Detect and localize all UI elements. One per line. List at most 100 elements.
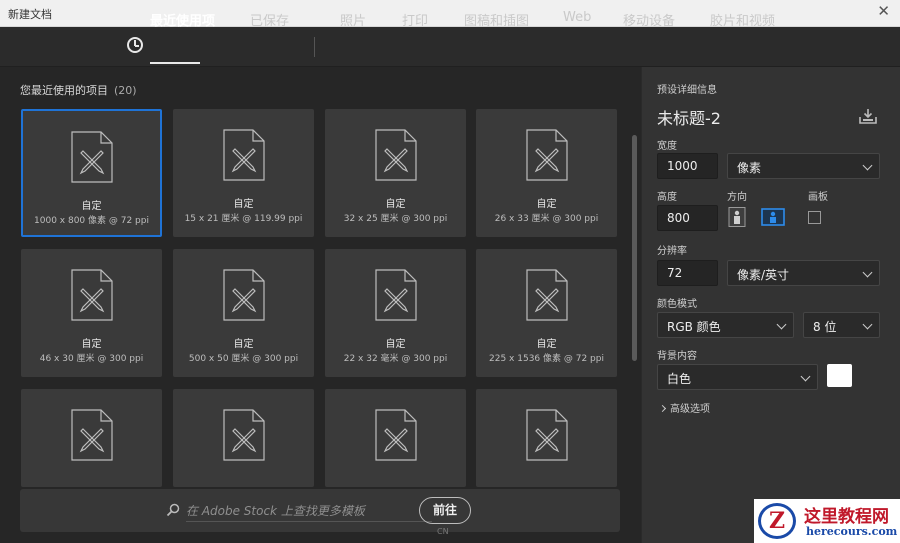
document-icon xyxy=(70,269,113,321)
preset-details-panel: 预设详细信息 未标题-2 宽度 1000 像素 高度 方向 画板 800 分辨率… xyxy=(642,67,900,543)
resolution-input[interactable]: 72 xyxy=(657,260,718,286)
recent-item-name: 自定 xyxy=(81,339,102,350)
landscape-orientation-icon[interactable] xyxy=(761,207,785,227)
width-input[interactable]: 1000 xyxy=(657,153,718,179)
logo-text-cn: 这里教程网 xyxy=(804,507,889,527)
tab-divider xyxy=(314,37,315,57)
background-value: 白色 xyxy=(667,372,692,386)
document-icon xyxy=(525,269,568,321)
recent-title-text: 您最近使用的项目 xyxy=(20,84,108,97)
portrait-orientation-icon[interactable] xyxy=(727,207,747,227)
site-watermark-logo: Z 这里教程网 herecours.com xyxy=(754,499,900,543)
recent-item-size: 46 x 30 厘米 @ 300 ppi xyxy=(39,354,144,364)
color-mode-value: RGB 颜色 xyxy=(667,320,721,334)
scrollbar[interactable] xyxy=(632,135,637,361)
bit-depth-select[interactable]: 8 位 xyxy=(803,312,880,338)
recent-item-name: 自定 xyxy=(233,339,254,350)
recent-item-card[interactable] xyxy=(476,389,617,487)
recent-item-size: 225 x 1536 像素 @ 72 ppi xyxy=(489,354,604,364)
recent-item-card[interactable]: 自定 26 x 33 厘米 @ 300 ppi xyxy=(476,109,617,237)
advanced-options-toggle[interactable]: 高级选项 xyxy=(658,400,710,415)
recent-item-size: 22 x 32 毫米 @ 300 ppi xyxy=(343,354,448,364)
recent-item-size: 32 x 25 厘米 @ 300 ppi xyxy=(343,214,448,224)
tab-photo[interactable]: 照片 xyxy=(340,10,366,29)
recent-item-name: 自定 xyxy=(536,199,557,210)
background-label: 背景内容 xyxy=(657,351,697,362)
resolution-label: 分辨率 xyxy=(657,246,687,257)
width-unit-value: 像素 xyxy=(737,161,762,175)
recent-item-size: 1000 x 800 像素 @ 72 ppi xyxy=(34,216,149,226)
recent-item-card[interactable]: 自定 225 x 1536 像素 @ 72 ppi xyxy=(476,249,617,377)
clock-icon xyxy=(127,37,143,53)
chevron-down-icon xyxy=(800,371,811,382)
chevron-down-icon xyxy=(862,319,873,330)
recent-item-card[interactable] xyxy=(173,389,314,487)
resolution-unit-value: 像素/英寸 xyxy=(737,268,790,282)
chevron-down-icon xyxy=(776,319,787,330)
height-input[interactable]: 800 xyxy=(657,205,718,231)
recent-item-name: 自定 xyxy=(385,339,406,350)
logo-text-en: herecours.com xyxy=(806,525,898,538)
document-icon xyxy=(70,409,113,461)
recent-item-card[interactable]: 自定 22 x 32 毫米 @ 300 ppi xyxy=(325,249,466,377)
document-icon xyxy=(222,129,265,181)
width-unit-select[interactable]: 像素 xyxy=(727,153,880,179)
recent-item-name: 自定 xyxy=(81,201,102,212)
stock-search-input[interactable] xyxy=(186,500,432,522)
recent-item-size: 15 x 21 厘米 @ 119.99 ppi xyxy=(184,214,303,224)
bit-depth-value: 8 位 xyxy=(813,320,837,334)
tab-saved[interactable]: 已保存 xyxy=(250,10,289,29)
watermark-small: CN xyxy=(437,527,449,536)
recent-item-card[interactable]: 自定 500 x 50 厘米 @ 300 ppi xyxy=(173,249,314,377)
logo-mark: Z xyxy=(758,503,796,539)
color-mode-label: 颜色模式 xyxy=(657,299,697,310)
recent-item-card[interactable]: 自定 46 x 30 厘米 @ 300 ppi xyxy=(21,249,162,377)
document-icon xyxy=(222,409,265,461)
recent-item-size: 500 x 50 厘米 @ 300 ppi xyxy=(188,354,299,364)
background-color-swatch[interactable] xyxy=(827,364,852,387)
height-label: 高度 xyxy=(657,192,677,203)
tab-art-illustration[interactable]: 图稿和插图 xyxy=(464,10,529,29)
artboard-label: 画板 xyxy=(808,192,828,203)
recent-item-card[interactable]: 自定 32 x 25 厘米 @ 300 ppi xyxy=(325,109,466,237)
orientation-label: 方向 xyxy=(727,192,747,203)
color-mode-select[interactable]: RGB 颜色 xyxy=(657,312,794,338)
tab-recent[interactable]: 最近使用项 xyxy=(150,10,215,29)
active-tab-indicator xyxy=(150,62,200,64)
recent-item-card[interactable] xyxy=(325,389,466,487)
advanced-options-label: 高级选项 xyxy=(670,404,710,415)
recent-item-card[interactable] xyxy=(21,389,162,487)
recent-item-name: 自定 xyxy=(536,339,557,350)
artboard-checkbox[interactable] xyxy=(808,211,821,224)
document-icon xyxy=(525,129,568,181)
document-icon xyxy=(222,269,265,321)
search-icon xyxy=(166,503,180,517)
tab-mobile[interactable]: 移动设备 xyxy=(623,10,675,29)
recent-item-name: 自定 xyxy=(385,199,406,210)
save-preset-icon[interactable] xyxy=(859,108,877,124)
document-icon xyxy=(374,129,417,181)
chevron-down-icon xyxy=(862,160,873,171)
go-button[interactable]: 前往 xyxy=(419,497,471,524)
tab-film-video[interactable]: 胶片和视频 xyxy=(710,10,775,29)
tab-web[interactable]: Web xyxy=(563,10,591,25)
recent-item-card[interactable]: 自定 15 x 21 厘米 @ 119.99 ppi xyxy=(173,109,314,237)
tab-print[interactable]: 打印 xyxy=(402,10,428,29)
recent-item-card[interactable]: 自定 1000 x 800 像素 @ 72 ppi xyxy=(21,109,162,237)
recent-item-size: 26 x 33 厘米 @ 300 ppi xyxy=(494,214,599,224)
document-icon xyxy=(374,269,417,321)
recent-item-name: 自定 xyxy=(233,199,254,210)
recent-count: (20) xyxy=(114,84,137,97)
recent-items-panel: 您最近使用的项目 (20) 自定 1000 x 800 像素 @ 72 ppi 自定 1… xyxy=(0,67,641,543)
close-icon[interactable]: ✕ xyxy=(877,4,890,19)
document-icon xyxy=(374,409,417,461)
document-name-field[interactable]: 未标题-2 xyxy=(657,105,721,129)
chevron-down-icon xyxy=(862,267,873,278)
document-icon xyxy=(525,409,568,461)
window-title: 新建文档 xyxy=(8,8,52,21)
document-icon xyxy=(70,131,113,183)
background-select[interactable]: 白色 xyxy=(657,364,818,390)
preset-header: 预设详细信息 xyxy=(657,85,717,96)
chevron-right-icon xyxy=(658,404,667,413)
resolution-unit-select[interactable]: 像素/英寸 xyxy=(727,260,880,286)
